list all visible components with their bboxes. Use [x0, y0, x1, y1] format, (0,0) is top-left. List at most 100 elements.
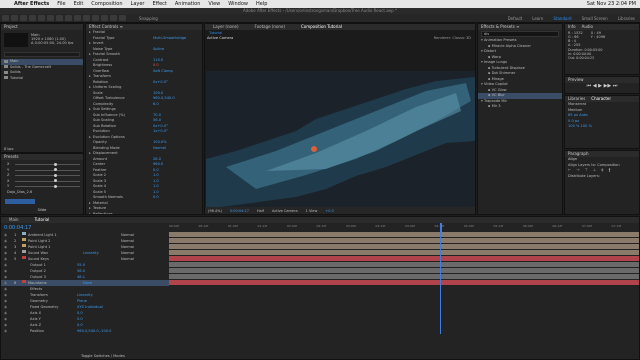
layer-label-color[interactable] — [22, 250, 26, 253]
menu-composition[interactable]: Composition — [87, 1, 126, 7]
tool-icon[interactable] — [38, 15, 45, 21]
workspace-libraries[interactable]: Libraries — [613, 16, 640, 21]
project-search-input[interactable] — [4, 52, 80, 57]
paragraph-panel: Paragraph Align Align Layers to: Composi… — [564, 150, 640, 215]
preset-slider[interactable] — [15, 173, 80, 177]
preset-dots[interactable]: Dojo_Dias_2.6 — [4, 190, 80, 196]
layer-label-color[interactable] — [22, 280, 26, 283]
tab-character[interactable]: Character — [591, 96, 611, 102]
vscale-value[interactable]: 100 % — [568, 124, 579, 128]
timeline-layer[interactable]: ◉ Position 960.0,540.0,-100.0 — [1, 328, 169, 334]
menu-layer[interactable]: Layer — [127, 1, 149, 7]
layer-bar[interactable] — [169, 328, 639, 334]
effect-property[interactable]: ▸ Reflections — [86, 212, 202, 215]
timeline-panel: Main Tutorial 0:00:04:17 00:00f 00:12f 01:0… — [0, 216, 640, 360]
tool-icon[interactable] — [11, 15, 18, 21]
viewer-tab[interactable]: Composition Tutorial — [293, 24, 350, 30]
tool-icon[interactable] — [56, 15, 63, 21]
menu-help[interactable]: Help — [252, 1, 271, 7]
effects-presets-title: Effects & Presets ≡ — [478, 24, 562, 30]
stroke-size-value[interactable]: 0 px — [571, 119, 579, 123]
menu-view[interactable]: View — [204, 1, 224, 7]
effect-property-value[interactable]: Normal — [153, 146, 166, 152]
viewer-zoom-control[interactable]: (96.4%) — [208, 209, 222, 213]
preset-slider[interactable] — [15, 184, 80, 188]
preset-slider[interactable] — [15, 179, 80, 183]
layer-label-color[interactable] — [22, 238, 26, 241]
tracking-value[interactable]: 0 — [568, 119, 570, 123]
viewer-res-control[interactable]: Half — [257, 209, 264, 213]
tool-icon[interactable] — [110, 15, 117, 21]
viewer-exposure-control[interactable]: +0.0 — [325, 209, 334, 213]
workspace-default[interactable]: Default — [503, 16, 528, 21]
menu-animation[interactable]: Animation — [171, 1, 205, 7]
align-to-select[interactable]: Composition — [597, 163, 619, 167]
workspace-learn[interactable]: Learn — [527, 16, 548, 21]
layer-label-color[interactable] — [22, 256, 26, 259]
effects-preset-label: Video Copilot — [483, 82, 508, 86]
effect-property-value[interactable]: 6.0 — [153, 102, 159, 108]
layer-number — [14, 328, 22, 334]
tool-icon[interactable] — [20, 15, 27, 21]
effects-preset-label: Mirage — [491, 76, 504, 81]
toggle-switches-modes[interactable]: Toggle Switches / Modes — [81, 354, 125, 358]
font-size-value[interactable]: 85 px — [568, 113, 578, 117]
snapping-toggle[interactable]: Snapping — [134, 16, 163, 21]
preset-slider[interactable] — [15, 168, 80, 172]
menu-file[interactable]: File — [53, 1, 69, 7]
effects-search-input[interactable]: dis — [481, 31, 559, 37]
tool-icon[interactable] — [47, 15, 54, 21]
effect-property-value[interactable]: Multi-Smoothridge — [153, 36, 186, 42]
reset-button[interactable]: Slide — [1, 208, 83, 212]
preset-slider[interactable] — [15, 162, 80, 166]
layer-mode-select[interactable]: Normal — [121, 256, 134, 262]
leading-value[interactable]: Auto — [579, 113, 587, 117]
timecode-display[interactable]: 0:00:04:17 — [1, 225, 169, 231]
tool-icon[interactable] — [29, 15, 36, 21]
mountains-render — [206, 71, 475, 214]
effect-property-value[interactable]: 0x+0.0° — [153, 80, 168, 86]
workspace-standard[interactable]: Standard — [548, 16, 576, 21]
effect-property-value[interactable]: Spline — [153, 47, 164, 53]
effect-property-value[interactable]: 0.0 — [153, 195, 159, 201]
menu-effect[interactable]: Effect — [148, 1, 170, 7]
tool-icon[interactable] — [74, 15, 81, 21]
eye-icon[interactable]: ◉ — [4, 328, 14, 334]
effects-preset-item[interactable]: ▪ Mir 3 — [478, 104, 562, 110]
menu-window[interactable]: Window — [224, 1, 252, 7]
viewer-tab[interactable]: Footage (none) — [247, 24, 293, 30]
layer-label-color[interactable] — [22, 244, 26, 247]
preview-panel: Preview ⏮ ◀ ▶ ▶▶ ⏭ — [564, 76, 640, 94]
timeline-tab[interactable]: Main — [1, 217, 27, 223]
playhead-handle[interactable] — [440, 223, 443, 232]
audio-tab[interactable]: Audio — [582, 24, 593, 30]
layer-label-color[interactable] — [22, 232, 26, 235]
align-to-label: Align Layers to: — [568, 162, 597, 167]
tool-icon[interactable] — [83, 15, 90, 21]
viewer-views-control[interactable]: 1 View — [306, 209, 318, 213]
menu-edit[interactable]: Edit — [70, 1, 88, 7]
playhead-line — [440, 232, 442, 334]
project-item[interactable]: Tutorial — [1, 76, 83, 82]
bpc-label[interactable]: 8 bpc — [4, 147, 14, 151]
info-a: A : 255 — [568, 43, 581, 47]
workspace-small-screen[interactable]: Small Screen — [577, 16, 613, 21]
tool-icon[interactable] — [2, 15, 9, 21]
viewer-camera-control[interactable]: Active Camera — [272, 209, 298, 213]
effect-property-value[interactable]: 1x+0.0° — [153, 129, 168, 135]
ruler-tick: 07:00f — [582, 224, 592, 228]
character-panel: Libraries Character Monserrat Medium 85 p… — [564, 95, 640, 149]
tool-icon[interactable] — [101, 15, 108, 21]
hscale-value[interactable]: 100 % — [581, 124, 592, 128]
menu-app[interactable]: After Effects — [10, 1, 53, 7]
info-tab[interactable]: Info — [568, 24, 576, 30]
playback-controls[interactable]: ⏮ ◀ ▶ ▶▶ ⏭ — [565, 83, 639, 89]
viewer-time-control[interactable]: 0:00:04:17 — [230, 209, 249, 213]
effect-property-value[interactable]: Soft Clamp — [153, 69, 173, 75]
tool-icon[interactable] — [119, 15, 126, 21]
timeline-tab[interactable]: Tutorial — [27, 217, 58, 223]
tool-icon[interactable] — [65, 15, 72, 21]
effects-preset-label: Turbulent Displace — [491, 65, 525, 70]
layer-value[interactable]: 960.0,540.0,-100.0 — [77, 328, 115, 334]
tool-icon[interactable] — [92, 15, 99, 21]
